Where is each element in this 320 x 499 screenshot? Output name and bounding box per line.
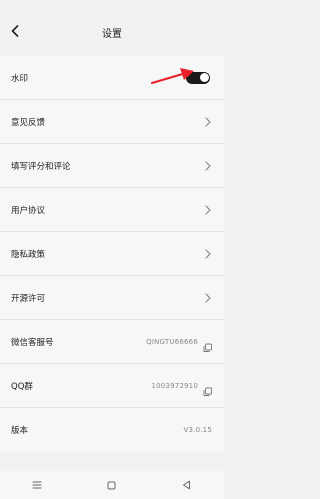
chevron-right-icon bbox=[204, 160, 212, 171]
row-label: 版本 bbox=[11, 426, 29, 436]
settings-row-rate[interactable]: 填写评分和评论 bbox=[0, 144, 224, 188]
settings-row-feedback[interactable]: 意见反馈 bbox=[0, 100, 224, 144]
settings-row-wechat: 微信客服号 QINGTU66666 bbox=[0, 320, 224, 364]
chevron-right-icon bbox=[204, 116, 212, 127]
row-label: 用户协议 bbox=[11, 205, 46, 216]
back-triangle-icon bbox=[183, 480, 191, 490]
system-navigation-bar bbox=[0, 471, 224, 499]
qq-group-value: 1003972910 bbox=[151, 381, 198, 390]
settings-row-qq: QQ群 1003972910 bbox=[0, 364, 224, 408]
row-label: 水印 bbox=[11, 73, 29, 84]
settings-row-watermark[interactable]: 水印 bbox=[0, 56, 224, 100]
row-label: 隐私政策 bbox=[11, 249, 46, 260]
menu-icon bbox=[32, 481, 42, 489]
menu-button[interactable] bbox=[27, 475, 47, 495]
chevron-right-icon bbox=[204, 248, 212, 259]
settings-row-version: 版本 V3.0.15 bbox=[0, 408, 224, 452]
row-label: 开源许可 bbox=[11, 293, 46, 304]
settings-row-privacy[interactable]: 隐私政策 bbox=[0, 232, 224, 276]
settings-row-open-source[interactable]: 开源许可 bbox=[0, 276, 224, 320]
version-value: V3.0.15 bbox=[183, 426, 212, 434]
chevron-right-icon bbox=[204, 204, 212, 215]
row-label: 意见反馈 bbox=[11, 117, 46, 128]
page-title: 设置 bbox=[102, 29, 122, 40]
row-label: 填写评分和评论 bbox=[11, 161, 71, 172]
toggle-knob bbox=[199, 73, 209, 82]
wechat-id-value: QINGTU66666 bbox=[146, 337, 198, 346]
home-icon bbox=[107, 481, 116, 489]
back-system-button[interactable] bbox=[177, 475, 197, 495]
chevron-right-icon bbox=[204, 292, 212, 303]
settings-list: 水印 意见反馈 填写评分和评论 用户协议 隐私政策 开源许可 微信客服号 QIN… bbox=[0, 56, 224, 452]
row-label: 微信客服号 bbox=[11, 337, 54, 348]
home-button[interactable] bbox=[102, 475, 122, 495]
settings-screen: 设置 水印 意见反馈 填写评分和评论 用户协议 隐私政策 开源许可 微信客服号 … bbox=[0, 0, 224, 499]
copy-icon[interactable] bbox=[203, 381, 212, 396]
watermark-toggle[interactable] bbox=[186, 71, 210, 84]
row-label: QQ群 bbox=[11, 381, 33, 392]
header: 设置 bbox=[0, 0, 224, 62]
settings-row-user-agreement[interactable]: 用户协议 bbox=[0, 188, 224, 232]
copy-icon[interactable] bbox=[203, 337, 212, 352]
